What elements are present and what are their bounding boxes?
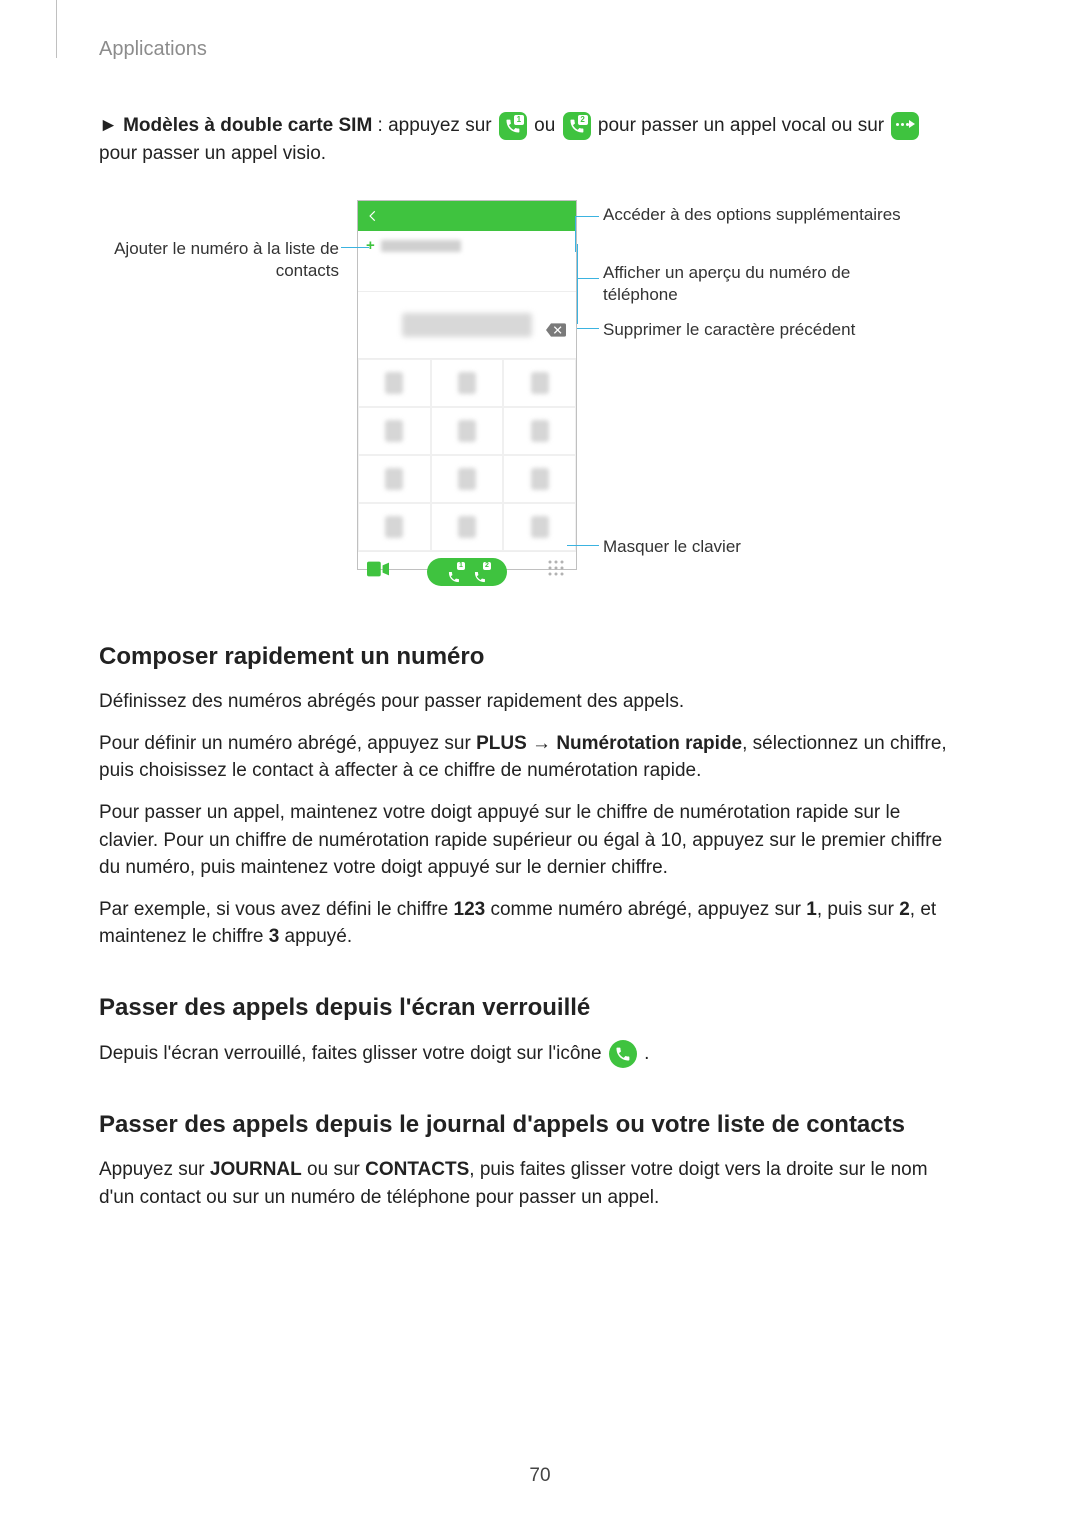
action-row: 1 2 (358, 551, 576, 593)
sim-badge-1: 1 (457, 562, 465, 570)
phone-sim1-icon: 1 (499, 112, 527, 140)
back-arrow-icon (366, 209, 380, 223)
keypad (358, 359, 576, 551)
number-display (358, 291, 576, 359)
call-sim1-icon: 1 (447, 565, 461, 579)
keypad-toggle-icon (547, 558, 565, 586)
call-pill: 1 2 (427, 558, 507, 586)
speed-dial-p3: Pour passer un appel, maintenez votre do… (99, 799, 961, 882)
callout-add-contact: Ajouter le numéro à la liste de contacts (99, 238, 339, 284)
intro-prefix: ► (99, 115, 123, 136)
intro-text: pour passer un appel visio. (99, 143, 326, 164)
page-number: 70 (0, 1465, 1080, 1487)
intro-bold: Modèles à double carte SIM (123, 115, 372, 136)
callout-backspace: Supprimer le caractère précédent (603, 319, 923, 342)
page-top-divider (56, 0, 57, 58)
intro-text: : appuyez sur (372, 115, 497, 136)
section-title-speed-dial: Composer rapidement un numéro (99, 640, 961, 675)
backspace-icon (546, 318, 566, 332)
video-icon (367, 558, 389, 586)
plus-icon: + (366, 235, 375, 257)
phone-topbar (358, 201, 576, 231)
sim-badge-2: 2 (578, 115, 588, 125)
section-title-lockscreen: Passer des appels depuis l'écran verroui… (99, 991, 961, 1026)
callout-more-options: Accéder à des options supplémentaires (603, 204, 923, 227)
intro-text: ou (534, 115, 560, 136)
lockscreen-p1: Depuis l'écran verrouillé, faites glisse… (99, 1040, 961, 1068)
journal-p1: Appuyez sur JOURNAL ou sur CONTACTS, pui… (99, 1156, 961, 1211)
speed-dial-p2: Pour définir un numéro abrégé, appuyez s… (99, 730, 961, 785)
sim-badge-2: 2 (483, 562, 491, 570)
speed-dial-p1: Définissez des numéros abrégés pour pass… (99, 688, 961, 716)
callout-number-preview: Afficher un aperçu du numéro de téléphon… (603, 262, 923, 308)
call-sim2-icon: 2 (473, 565, 487, 579)
phone-screenshot: + (357, 200, 577, 570)
speed-dial-p4: Par exemple, si vous avez défini le chif… (99, 896, 961, 951)
video-call-icon (891, 112, 919, 140)
add-contact-blur (381, 240, 461, 252)
section-title-journal: Passer des appels depuis le journal d'ap… (99, 1108, 961, 1143)
header-section-label: Applications (99, 38, 207, 61)
callout-hide-keypad: Masquer le clavier (603, 536, 923, 559)
intro-paragraph: ► Modèles à double carte SIM : appuyez s… (99, 112, 961, 168)
phone-sim2-icon: 2 (563, 112, 591, 140)
number-blur (402, 313, 532, 337)
phone-icon (609, 1040, 637, 1068)
intro-text: pour passer un appel vocal ou sur (598, 115, 890, 136)
add-to-contacts-row: + (358, 231, 576, 261)
dialer-figure: + (99, 200, 961, 600)
sim-badge-1: 1 (514, 115, 524, 125)
